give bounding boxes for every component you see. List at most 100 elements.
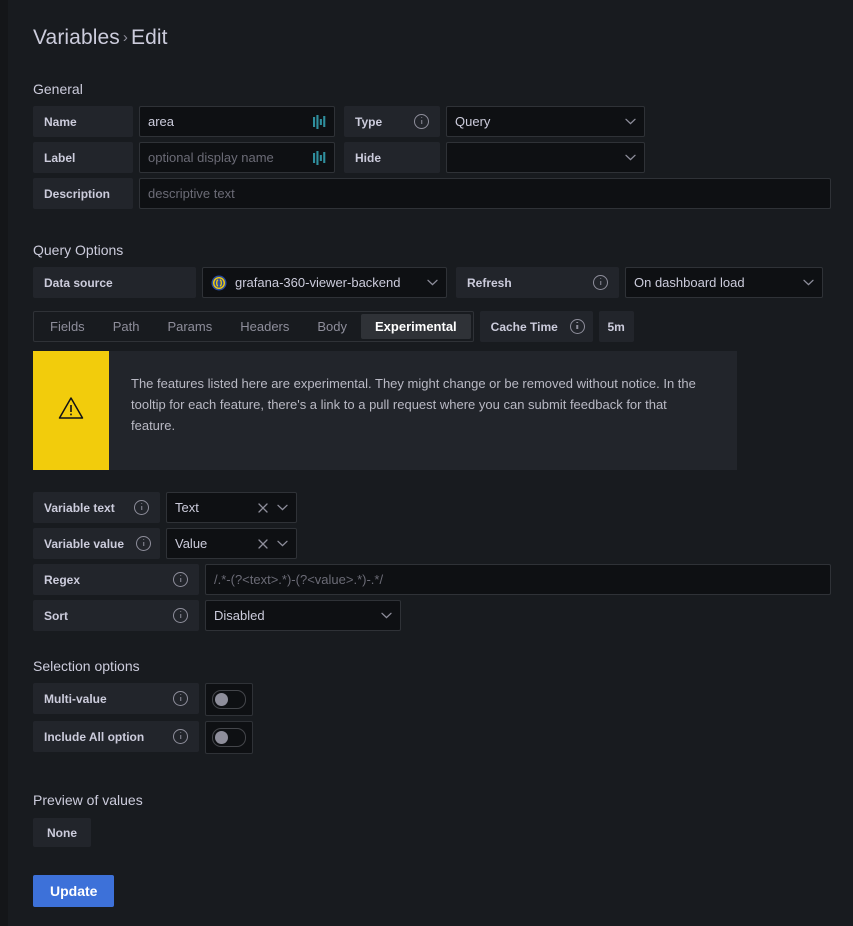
breadcrumb-root[interactable]: Variables bbox=[33, 26, 120, 49]
regex-info-icon[interactable] bbox=[161, 571, 188, 588]
data-source-select[interactable]: grafana-360-viewer-backend bbox=[202, 267, 447, 298]
regex-label: Regex bbox=[33, 564, 199, 595]
breadcrumb: Variables › Edit bbox=[33, 26, 853, 50]
include-all-label-text: Include All option bbox=[44, 729, 145, 744]
label-input-value: optional display name bbox=[148, 150, 274, 165]
tab-headers[interactable]: Headers bbox=[226, 314, 303, 339]
close-icon[interactable] bbox=[258, 502, 277, 513]
variable-text-row: Variable text Text bbox=[33, 492, 853, 523]
name-input[interactable]: area bbox=[139, 106, 335, 137]
include-all-label: Include All option bbox=[33, 721, 199, 752]
toggle-switch-off bbox=[212, 728, 246, 747]
refresh-select[interactable]: On dashboard load bbox=[625, 267, 823, 298]
cache-time-label: Cache Time bbox=[479, 311, 593, 342]
hide-select[interactable] bbox=[446, 142, 645, 173]
variable-text-label: Variable text bbox=[33, 492, 160, 523]
chevron-down-icon bbox=[277, 540, 288, 547]
include-all-row: Include All option bbox=[33, 721, 853, 754]
editor-content: Variables › Edit General Name area Type … bbox=[8, 0, 853, 926]
regex-input-value: /.*-(?<text>.*)-(?<value>.*)-.*/ bbox=[214, 572, 384, 587]
chevron-down-icon bbox=[625, 118, 636, 125]
json-api-datasource-icon bbox=[211, 275, 227, 291]
label-hide-row: Label optional display name Hide bbox=[33, 142, 853, 173]
chevron-down-icon bbox=[427, 279, 438, 286]
datasource-refresh-row: Data source grafana-360-viewer-backend R… bbox=[33, 267, 853, 298]
multi-value-info-icon[interactable] bbox=[161, 690, 188, 707]
refresh-select-value: On dashboard load bbox=[634, 275, 745, 290]
chevron-down-icon bbox=[625, 154, 636, 161]
variable-editor-page: Variables › Edit General Name area Type … bbox=[0, 0, 853, 926]
bars-icon bbox=[313, 114, 326, 129]
description-input[interactable]: descriptive text bbox=[139, 178, 831, 209]
bars-icon bbox=[313, 150, 326, 165]
variable-text-label-text: Variable text bbox=[44, 500, 115, 515]
data-source-label: Data source bbox=[33, 267, 196, 298]
variable-text-value: Text bbox=[175, 500, 199, 515]
refresh-label: Refresh bbox=[456, 267, 619, 298]
variable-value-row: Variable value Value bbox=[33, 528, 853, 559]
hide-label: Hide bbox=[344, 142, 440, 173]
label-field-label: Label bbox=[33, 142, 133, 173]
tab-params[interactable]: Params bbox=[153, 314, 226, 339]
type-info-icon[interactable] bbox=[402, 113, 429, 130]
cache-time-value[interactable]: 5m bbox=[598, 311, 634, 342]
breadcrumb-separator-icon: › bbox=[122, 29, 128, 46]
warning-icon-bar bbox=[33, 351, 109, 470]
variable-value-label: Variable value bbox=[33, 528, 160, 559]
name-label: Name bbox=[33, 106, 133, 137]
variable-value-value: Value bbox=[175, 536, 208, 551]
sort-info-icon[interactable] bbox=[161, 607, 188, 624]
multi-value-label-text: Multi-value bbox=[44, 691, 107, 706]
refresh-info-icon[interactable] bbox=[581, 274, 608, 291]
selection-options-section-title: Selection options bbox=[33, 658, 140, 674]
include-all-toggle[interactable] bbox=[205, 721, 253, 754]
left-edge-strip bbox=[0, 0, 8, 926]
multi-value-label: Multi-value bbox=[33, 683, 199, 714]
description-label: Description bbox=[33, 178, 133, 209]
regex-label-text: Regex bbox=[44, 572, 81, 587]
regex-input[interactable]: /.*-(?<text>.*)-(?<value>.*)-.*/ bbox=[205, 564, 831, 595]
cache-time-info-icon[interactable] bbox=[558, 318, 585, 335]
tab-experimental[interactable]: Experimental bbox=[361, 314, 471, 339]
query-options-section-title: Query Options bbox=[33, 242, 124, 258]
sort-label: Sort bbox=[33, 600, 199, 631]
tab-group: Fields Path Params Headers Body Experime… bbox=[33, 311, 474, 342]
preview-section-title: Preview of values bbox=[33, 792, 143, 808]
preview-value-item[interactable]: None bbox=[33, 818, 91, 847]
description-input-value: descriptive text bbox=[148, 186, 235, 201]
refresh-label-text: Refresh bbox=[467, 275, 512, 290]
sort-row: Sort Disabled bbox=[33, 600, 853, 631]
type-select-value: Query bbox=[455, 114, 491, 129]
sort-label-text: Sort bbox=[44, 608, 68, 623]
label-input[interactable]: optional display name bbox=[139, 142, 335, 173]
update-button[interactable]: Update bbox=[33, 875, 115, 907]
multi-value-row: Multi-value bbox=[33, 683, 853, 716]
type-select[interactable]: Query bbox=[446, 106, 645, 137]
sort-select-value: Disabled bbox=[214, 608, 265, 623]
preview-values-list: None bbox=[33, 818, 853, 847]
sort-select[interactable]: Disabled bbox=[205, 600, 401, 631]
description-row: Description descriptive text bbox=[33, 178, 853, 209]
chevron-down-icon bbox=[277, 504, 288, 511]
tab-fields[interactable]: Fields bbox=[36, 314, 99, 339]
breadcrumb-current: Edit bbox=[131, 26, 168, 49]
variable-text-select[interactable]: Text bbox=[166, 492, 297, 523]
type-label-text: Type bbox=[355, 114, 383, 129]
close-icon[interactable] bbox=[258, 538, 277, 549]
multi-value-toggle[interactable] bbox=[205, 683, 253, 716]
name-type-row: Name area Type Query bbox=[33, 106, 853, 137]
type-label: Type bbox=[344, 106, 440, 137]
variable-value-label-text: Variable value bbox=[44, 536, 125, 551]
include-all-info-icon[interactable] bbox=[161, 728, 188, 745]
variable-value-select[interactable]: Value bbox=[166, 528, 297, 559]
tab-path[interactable]: Path bbox=[99, 314, 154, 339]
variable-text-info-icon[interactable] bbox=[122, 499, 149, 516]
general-section-title: General bbox=[33, 81, 83, 97]
warning-text: The features listed here are experimenta… bbox=[109, 351, 737, 470]
cache-time-label-text: Cache Time bbox=[490, 319, 558, 334]
tab-body[interactable]: Body bbox=[303, 314, 361, 339]
warning-triangle-icon bbox=[58, 396, 84, 425]
data-source-value: grafana-360-viewer-backend bbox=[235, 275, 401, 290]
variable-value-info-icon[interactable] bbox=[124, 535, 152, 552]
regex-row: Regex /.*-(?<text>.*)-(?<value>.*)-.*/ bbox=[33, 564, 853, 595]
